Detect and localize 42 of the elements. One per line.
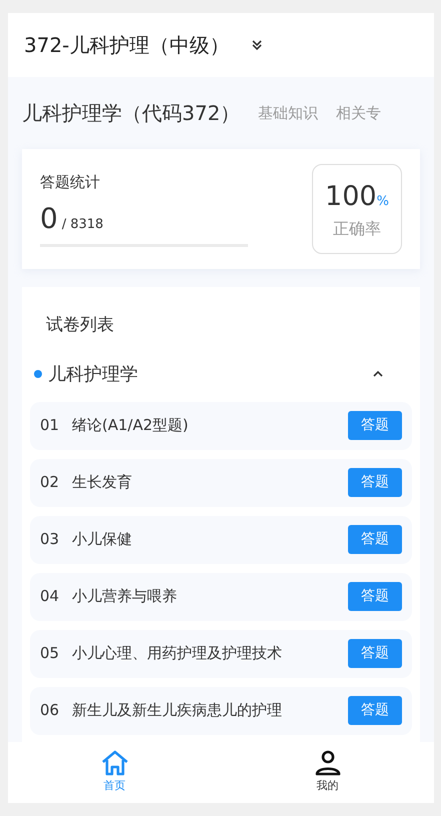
answer-button[interactable]: 答题 (348, 525, 402, 554)
nav-tab[interactable]: 我的 (221, 742, 434, 803)
paper-number: 04 (40, 586, 60, 608)
paper-name: 小儿保健 (72, 529, 133, 550)
chevron-icon[interactable] (372, 370, 384, 378)
paper-row[interactable]: 05 小儿心理、用药护理及护理技术 答题 (30, 630, 412, 678)
stats-label: 答题统计 (40, 172, 101, 194)
answered-count: 0 (40, 200, 58, 237)
answer-button[interactable]: 答题 (348, 582, 402, 611)
paper-name: 小儿心理、用药护理及护理技术 (72, 643, 283, 664)
paper-number: 05 (40, 643, 60, 664)
category-tab[interactable]: 基础知识 (258, 102, 318, 124)
nav-tab[interactable]: 首页 (8, 742, 221, 803)
paper-row[interactable]: 06 新生儿及新生儿疾病患儿的护理 答题 (30, 686, 412, 734)
category-tab[interactable]: 相关专 (336, 102, 382, 124)
home-icon (100, 750, 128, 776)
person-icon (314, 750, 342, 776)
paper-number: 01 (40, 415, 60, 436)
paper-row[interactable]: 04 小儿营养与喂养 答题 (30, 572, 412, 620)
paper-number: 06 (40, 700, 60, 722)
answer-button[interactable]: 答题 (348, 468, 402, 497)
answer-button[interactable]: 答题 (348, 411, 402, 440)
paper-name: 生长发育 (72, 472, 133, 494)
accuracy-value: 100 (325, 180, 377, 212)
accuracy-label: 正确率 (333, 218, 381, 240)
total-count: / 8318 (62, 216, 104, 234)
subject-title: 儿科护理学（代码372） (22, 100, 240, 127)
double-chevron-icon[interactable] (251, 39, 264, 51)
percent-sign: % (376, 194, 389, 209)
answer-button[interactable]: 答题 (348, 639, 402, 668)
course-title: 372-儿科护理（中级） (24, 32, 230, 59)
paper-number: 03 (40, 529, 60, 550)
paper-row[interactable]: 02 生长发育 答题 (30, 458, 412, 506)
group-name: 儿科护理学 (48, 362, 139, 386)
paper-row[interactable]: 01 绪论(A1/A2型题) 答题 (30, 402, 412, 450)
paper-number: 02 (40, 472, 60, 494)
section-title: 试卷列表 (45, 314, 115, 337)
paper-row[interactable]: 03 小儿保健 答题 (30, 516, 412, 564)
paper-name: 小儿营养与喂养 (72, 586, 178, 608)
paper-name: 新生儿及新生儿疾病患儿的护理 (72, 700, 283, 722)
answer-button[interactable]: 答题 (348, 696, 402, 725)
paper-name: 绪论(A1/A2型题) (72, 415, 190, 436)
